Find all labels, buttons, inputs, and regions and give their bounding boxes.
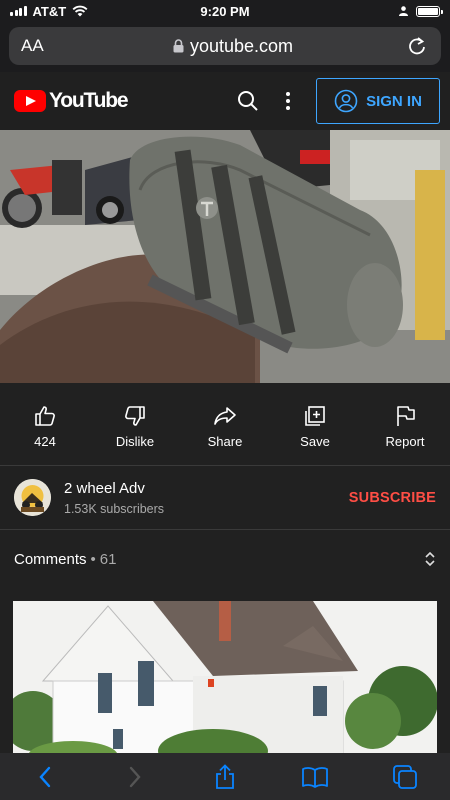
person-icon [399,6,408,16]
youtube-logo[interactable]: YouTube [14,89,129,113]
back-button[interactable] [0,766,90,788]
signal-icon [10,6,27,16]
wifi-icon [72,5,88,17]
youtube-play-icon [14,90,46,112]
chevron-left-icon [39,766,51,787]
flag-icon [397,406,415,426]
youtube-header: YouTube SIGN IN [0,72,450,130]
report-button[interactable]: Report [360,383,450,465]
lock-icon [173,39,184,53]
tabs-button[interactable] [360,764,450,790]
more-vertical-icon [286,92,290,110]
status-bar: AT&T 9:20 PM [0,0,450,22]
thumbs-down-icon [125,406,145,426]
video-actions: 424 Dislike Share Save Report [0,383,450,465]
like-button[interactable]: 424 [0,383,90,465]
subscribe-button[interactable]: SUBSCRIBE [349,490,436,506]
share-button[interactable]: Share [180,383,270,465]
video-frame [0,130,450,383]
share-icon [214,407,236,425]
channel-row: 2 wheel Adv 1.53K subscribers SUBSCRIBE [0,466,450,529]
channel-logo-icon [14,479,51,516]
share-label: Share [207,434,243,449]
address-bar[interactable]: AA youtube.com [9,27,441,65]
text-size-button[interactable]: AA [21,36,61,56]
expand-icon[interactable] [424,550,436,568]
url-text: youtube.com [189,35,294,56]
video-player[interactable] [0,130,450,383]
chevron-right-icon [129,766,141,787]
thumbnail-image [13,601,437,761]
youtube-logo-text: YouTube [49,89,129,112]
comments-separator: • [90,550,96,568]
share-sheet-icon [216,763,234,789]
tabs-icon [393,764,417,789]
status-time: 9:20 PM [200,3,250,19]
carrier-label: AT&T [32,3,67,19]
search-button[interactable] [228,81,268,121]
recommended-video-thumbnail[interactable] [13,601,437,761]
dislike-button[interactable]: Dislike [90,383,180,465]
comments-label: Comments [14,550,87,568]
sign-in-label: SIGN IN [366,92,422,110]
save-icon [305,406,325,426]
thumbs-up-icon [35,406,55,426]
comments-count: 61 [99,550,117,568]
channel-avatar[interactable] [14,479,51,516]
like-count: 424 [34,434,56,449]
battery-icon [416,5,443,17]
save-label: Save [300,434,330,449]
channel-name[interactable]: 2 wheel Adv [64,480,349,497]
save-button[interactable]: Save [270,383,360,465]
report-label: Report [385,434,425,449]
book-icon [302,766,328,788]
comments-header[interactable]: Comments • 61 [0,530,450,588]
reload-icon[interactable] [405,36,429,56]
subscriber-count: 1.53K subscribers [64,501,165,516]
account-icon [334,89,358,113]
sign-in-button[interactable]: SIGN IN [316,78,440,124]
search-icon [238,91,258,111]
browser-toolbar [0,753,450,800]
dislike-label: Dislike [115,434,155,449]
more-options-button[interactable] [268,81,308,121]
bookmarks-button[interactable] [270,766,360,788]
recommended-section [0,588,450,761]
browser-chrome: AA youtube.com [0,22,450,72]
forward-button[interactable] [90,766,180,788]
share-sheet-button[interactable] [180,763,270,790]
